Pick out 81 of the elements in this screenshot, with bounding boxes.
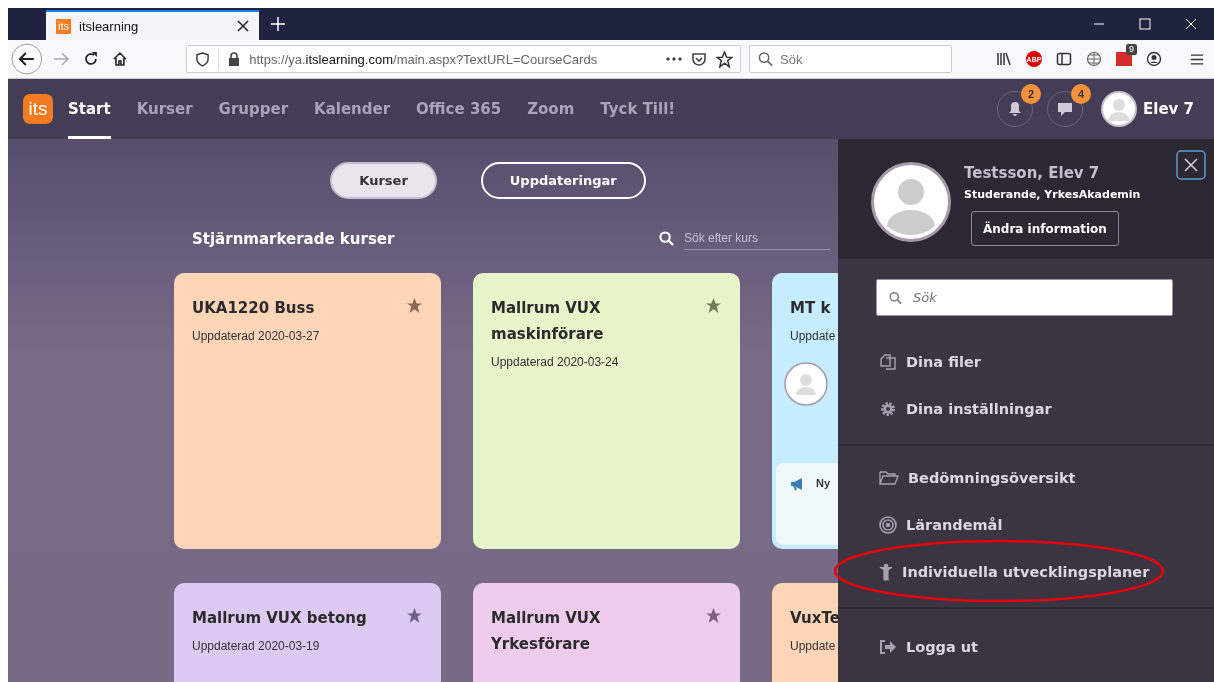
star-icon[interactable] <box>406 297 423 314</box>
panel-search-field[interactable]: Sök <box>876 279 1173 316</box>
course-title: MT k <box>790 298 832 319</box>
menu-item[interactable]: Dina inställningar <box>838 385 1214 432</box>
message-count-badge: 4 <box>1071 84 1091 104</box>
edit-information-button[interactable]: Ändra information <box>971 211 1119 246</box>
avatar-icon <box>871 162 951 242</box>
menu-item[interactable]: Dina filer <box>838 338 1214 385</box>
library-icon[interactable] <box>996 51 1012 67</box>
course-title: Mallrum VUX maskinförare <box>491 298 605 345</box>
star-icon[interactable] <box>406 607 423 624</box>
sidebar-icon[interactable] <box>1056 51 1072 67</box>
folder-icon <box>879 469 899 486</box>
menu-item[interactable]: Logga ut <box>838 623 1214 670</box>
files-icon <box>879 352 897 371</box>
course-card[interactable]: Mallrum VUX maskinförare Uppdaterad 2020-03-24 <box>473 273 740 549</box>
search-icon <box>889 291 902 304</box>
menu-item[interactable]: Lärandemål <box>838 501 1214 548</box>
back-icon[interactable] <box>11 43 43 75</box>
view-toggle-button[interactable]: Uppdateringar <box>480 162 646 199</box>
shield-icon <box>196 51 210 67</box>
search-icon <box>758 51 773 67</box>
avatar-icon[interactable] <box>1101 91 1137 127</box>
course-title: Mallrum VUX betong <box>192 608 368 629</box>
chat-icon <box>1057 101 1073 117</box>
profile-name: Testsson, Elev 7 <box>964 164 1100 182</box>
extension-badge: 9 <box>1125 44 1137 55</box>
menu-icon[interactable] <box>1190 52 1204 66</box>
nav-tab[interactable]: Office 365 <box>416 79 502 139</box>
nav-tab[interactable]: Grupper <box>218 79 289 139</box>
reload-icon[interactable] <box>82 51 99 67</box>
person-icon <box>879 562 893 581</box>
new-tab-icon[interactable] <box>271 17 285 31</box>
address-bar[interactable]: https://ya.itslearning.com/main.aspx?TextURL=CourseCards <box>186 45 741 73</box>
news-text: Ny <box>816 477 831 489</box>
updated-date: Uppdaterad 2020-03-24 <box>491 355 620 369</box>
bell-icon <box>1007 101 1023 117</box>
course-card[interactable]: Mallrum VUX betong Uppdaterad 2020-03-19 <box>174 583 441 682</box>
course-card[interactable]: UKA1220 Buss Uppdaterad 2020-03-27 <box>174 273 441 549</box>
settings-icon <box>879 399 897 418</box>
home-icon[interactable] <box>112 51 129 67</box>
account-icon[interactable] <box>1146 51 1162 67</box>
target-icon <box>879 515 897 534</box>
nav-tab[interactable]: Tyck Till! <box>600 79 676 139</box>
star-icon[interactable] <box>716 50 733 68</box>
maximize-icon[interactable] <box>1139 18 1151 30</box>
view-toggle-button[interactable]: Kurser <box>330 162 437 199</box>
globe-icon[interactable] <box>1086 51 1102 67</box>
pocket-icon[interactable] <box>691 51 707 67</box>
course-card[interactable]: MT k Uppdate Ny <box>772 273 838 549</box>
course-search-field[interactable]: Sök efter kurs <box>684 227 830 250</box>
nav-tab[interactable]: Kalender <box>314 79 391 139</box>
course-title: UKA1220 Buss <box>192 298 316 319</box>
section-title: Stjärnmarkerade kurser <box>192 229 395 248</box>
updated-date: Uppdate <box>790 639 837 653</box>
browser-search-field[interactable]: Sök <box>749 45 952 73</box>
profile-role: Studerande, YrkesAkademin <box>964 188 1141 201</box>
nav-tab[interactable]: Kurser <box>136 79 193 139</box>
browser-tab[interactable]: its itslearning <box>46 10 259 40</box>
updated-date: Uppdaterad 2020-03-19 <box>192 639 321 653</box>
search-icon <box>659 231 674 246</box>
user-name[interactable]: Elev 7 <box>1143 100 1194 118</box>
menu-item[interactable]: Bedömningsöversikt <box>838 454 1214 501</box>
avatar-icon <box>784 362 828 406</box>
more-icon[interactable] <box>666 57 682 61</box>
logout-icon <box>879 638 897 655</box>
course-title: Mallrum VUX Yrkesförare <box>491 608 602 655</box>
lock-icon <box>228 52 241 66</box>
close-icon[interactable] <box>1176 150 1206 180</box>
star-icon[interactable] <box>705 607 722 624</box>
favicon: its <box>56 18 71 34</box>
course-card[interactable]: Mallrum VUX Yrkesförare <box>473 583 740 682</box>
menu-item[interactable]: Individuella utvecklingsplaner <box>838 548 1214 595</box>
updated-date: Uppdate <box>790 329 837 343</box>
tab-title: itslearning <box>79 18 140 34</box>
star-icon[interactable] <box>705 297 722 314</box>
close-icon[interactable] <box>237 20 249 32</box>
updated-date: Uppdaterad 2020-03-27 <box>192 329 321 343</box>
notification-count-badge: 2 <box>1021 84 1041 104</box>
nav-tab[interactable]: Zoom <box>527 79 575 139</box>
url-text: https://ya.itslearning.com/main.aspx?TextURL=CourseCards <box>249 51 598 67</box>
